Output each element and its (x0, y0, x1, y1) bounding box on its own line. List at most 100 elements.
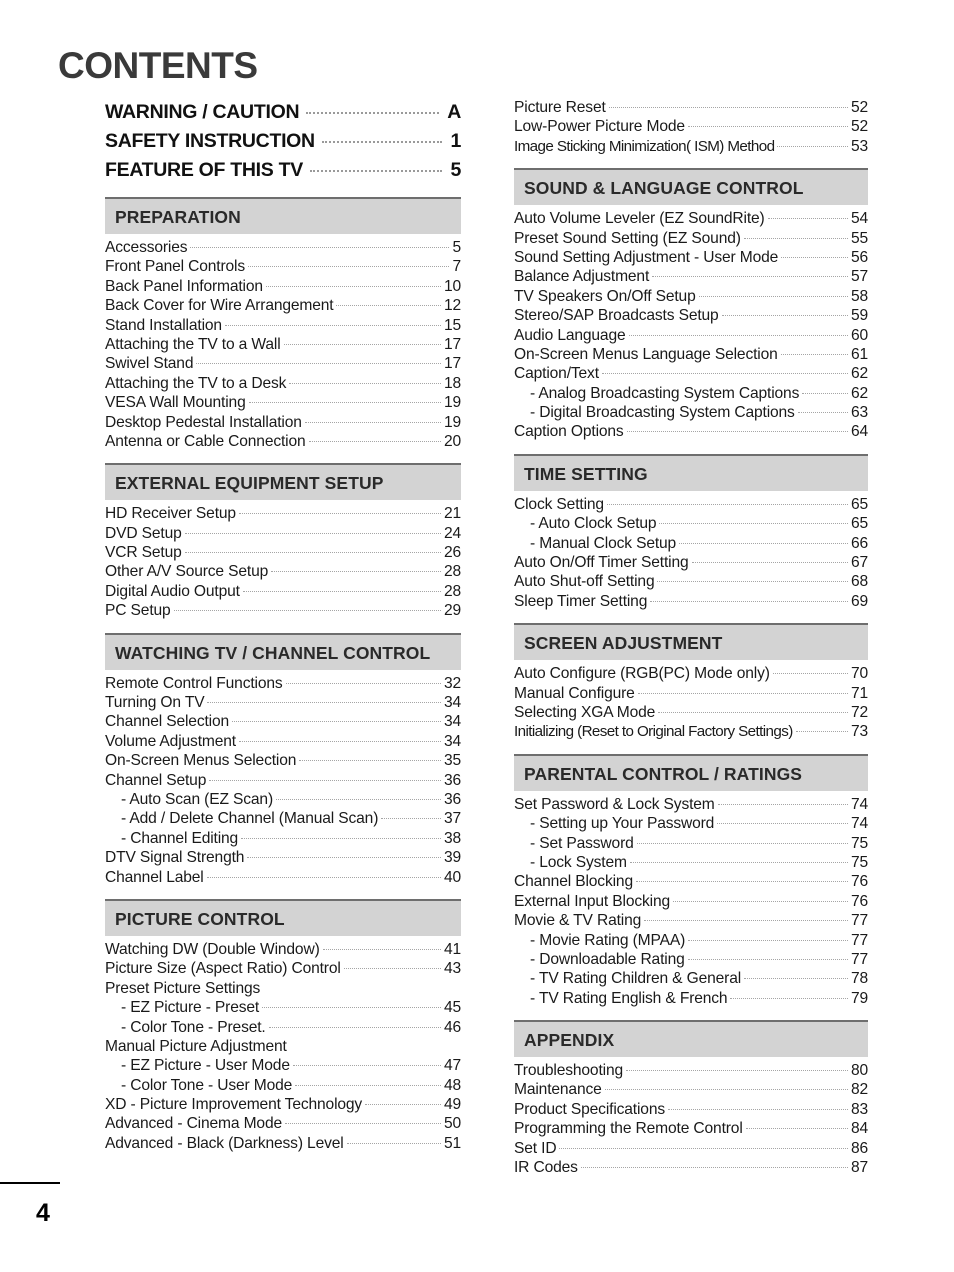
toc-entry-label: Volume Adjustment (105, 732, 236, 750)
toc-entry[interactable]: Attaching the TV to a Desk 18 (105, 374, 461, 393)
toc-entry[interactable]: Programming the Remote Control 84 (514, 1119, 868, 1138)
toc-entry[interactable]: DVD Setup 24 (105, 524, 461, 543)
toc-entry[interactable]: - Color Tone - Preset. 46 (105, 1018, 461, 1037)
toc-entry[interactable]: Watching DW (Double Window) 41 (105, 940, 461, 959)
toc-entry[interactable]: Clock Setting 65 (514, 495, 868, 514)
toc-entry[interactable]: - Color Tone - User Mode 48 (105, 1076, 461, 1095)
toc-entry[interactable]: Volume Adjustment 34 (105, 732, 461, 751)
toc-entry[interactable]: Audio Language 60 (514, 326, 868, 345)
toc-entry[interactable]: Other A/V Source Setup 28 (105, 562, 461, 581)
dot-leader (241, 837, 441, 839)
toc-entry-label: - TV Rating English & French (530, 989, 728, 1007)
toc-entry[interactable]: - Auto Scan (EZ Scan) 36 (105, 790, 461, 809)
toc-entry[interactable]: Channel Blocking 76 (514, 872, 868, 891)
toc-entry[interactable]: PC Setup 29 (105, 601, 461, 620)
toc-entry-label: Remote Control Functions (105, 674, 283, 692)
toc-entry[interactable]: Stand Installation 15 (105, 316, 461, 335)
toc-entry[interactable]: Advanced - Black (Darkness) Level 51 (105, 1134, 461, 1153)
toc-entry[interactable]: - EZ Picture - Preset 45 (105, 998, 461, 1017)
toc-entry[interactable]: Auto Volume Leveler (EZ SoundRite) 54 (514, 209, 868, 228)
toc-entry[interactable]: Caption/Text 62 (514, 364, 868, 383)
toc-entry[interactable]: On-Screen Menus Language Selection 61 (514, 345, 868, 364)
toc-entry[interactable]: - TV Rating English & French 79 (514, 989, 868, 1008)
toc-entry[interactable]: - Auto Clock Setup 65 (514, 514, 868, 533)
toc-entry-label: Preset Picture Settings (105, 979, 261, 997)
toc-entry[interactable]: Sleep Timer Setting 69 (514, 592, 868, 611)
toc-entry-label: Channel Selection (105, 713, 230, 731)
toc-entry[interactable]: VCR Setup 26 (105, 543, 461, 562)
toc-entry-label: - Add / Delete Channel (Manual Scan) (121, 810, 379, 828)
toc-entry-page-number: 28 (443, 582, 461, 600)
toc-entry[interactable]: Stereo/SAP Broadcasts Setup 59 (514, 306, 868, 325)
toc-entry-label: - Digital Broadcasting System Captions (530, 404, 795, 422)
toc-entry[interactable]: Movie & TV Rating 77 (514, 911, 868, 930)
toc-entry[interactable]: Auto On/Off Timer Setting 67 (514, 553, 868, 572)
toc-major-entry[interactable]: SAFETY INSTRUCTION 1 (105, 127, 461, 156)
toc-entry[interactable]: Initializing (Reset to Original Factory … (514, 722, 868, 741)
toc-entry[interactable]: Sound Setting Adjustment - User Mode 56 (514, 248, 868, 267)
dot-leader (652, 276, 848, 278)
toc-entry[interactable]: Image Sticking Minimization( ISM) Method… (514, 137, 868, 156)
toc-entry[interactable]: Antenna or Cable Connection 20 (105, 432, 461, 451)
toc-entry[interactable]: - Digital Broadcasting System Captions 63 (514, 403, 868, 422)
toc-entry[interactable]: - Setting up Your Password 74 (514, 814, 868, 833)
toc-entry[interactable]: Front Panel Controls 7 (105, 257, 461, 276)
toc-entry[interactable]: - TV Rating Children & General 78 (514, 969, 868, 988)
dot-leader (306, 112, 440, 114)
toc-entry[interactable]: Remote Control Functions 32 (105, 674, 461, 693)
toc-entry[interactable]: Selecting XGA Mode 72 (514, 703, 868, 722)
toc-entry[interactable]: Accessories 5 (105, 238, 461, 257)
toc-left-column: WARNING / CAUTION A SAFETY INSTRUCTION 1 FEA… (105, 98, 461, 1153)
toc-entry[interactable]: Channel Selection 34 (105, 712, 461, 731)
toc-entry[interactable]: Picture Reset 52 (514, 98, 868, 117)
toc-entry[interactable]: - Channel Editing 38 (105, 829, 461, 848)
toc-entry[interactable]: Channel Setup 36 (105, 771, 461, 790)
toc-entry[interactable]: Back Cover for Wire Arrangement 12 (105, 296, 461, 315)
toc-entry[interactable]: Channel Label 40 (105, 868, 461, 887)
toc-entry[interactable]: On-Screen Menus Selection 35 (105, 751, 461, 770)
toc-entry[interactable]: HD Receiver Setup 21 (105, 504, 461, 523)
toc-entry[interactable]: Swivel Stand 17 (105, 354, 461, 373)
toc-entry[interactable]: TV Speakers On/Off Setup 58 (514, 287, 868, 306)
toc-entry[interactable]: Manual Picture Adjustment (105, 1037, 461, 1056)
toc-entry[interactable]: Back Panel Information 10 (105, 277, 461, 296)
toc-entry[interactable]: Preset Picture Settings (105, 979, 461, 998)
toc-entry[interactable]: - Movie Rating (MPAA) 77 (514, 931, 868, 950)
toc-entry[interactable]: Auto Shut-off Setting 68 (514, 572, 868, 591)
toc-entry[interactable]: - Set Password 75 (514, 834, 868, 853)
toc-entry[interactable]: Maintenance 82 (514, 1080, 868, 1099)
toc-entry[interactable]: Picture Size (Aspect Ratio) Control 43 (105, 959, 461, 978)
toc-entry[interactable]: Auto Configure (RGB(PC) Mode only) 70 (514, 664, 868, 683)
dot-leader (659, 523, 848, 525)
toc-entry[interactable]: Digital Audio Output 28 (105, 582, 461, 601)
toc-major-entry[interactable]: FEATURE OF THIS TV 5 (105, 156, 461, 185)
toc-entry[interactable]: VESA Wall Mounting 19 (105, 393, 461, 412)
toc-entry[interactable]: Desktop Pedestal Installation 19 (105, 413, 461, 432)
toc-entry[interactable]: - Analog Broadcasting System Captions 62 (514, 384, 868, 403)
toc-entry[interactable]: - Add / Delete Channel (Manual Scan) 37 (105, 809, 461, 828)
toc-entry[interactable]: - EZ Picture - User Mode 47 (105, 1056, 461, 1075)
toc-entry[interactable]: - Manual Clock Setup 66 (514, 534, 868, 553)
toc-entry[interactable]: Set ID 86 (514, 1139, 868, 1158)
toc-entry-label: Clock Setting (514, 495, 604, 513)
toc-entry[interactable]: External Input Blocking 76 (514, 892, 868, 911)
toc-entry[interactable]: XD - Picture Improvement Technology 49 (105, 1095, 461, 1114)
toc-entry[interactable]: Preset Sound Setting (EZ Sound) 55 (514, 229, 868, 248)
toc-entry[interactable]: - Lock System 75 (514, 853, 868, 872)
toc-entry-page-number: 26 (443, 544, 461, 562)
toc-entry[interactable]: Caption Options 64 (514, 422, 868, 441)
toc-major-entry[interactable]: WARNING / CAUTION A (105, 98, 461, 127)
toc-entry[interactable]: Troubleshooting 80 (514, 1061, 868, 1080)
toc-entry[interactable]: DTV Signal Strength 39 (105, 848, 461, 867)
toc-entry[interactable]: Low-Power Picture Mode 52 (514, 117, 868, 136)
toc-entry[interactable]: - Downloadable Rating 77 (514, 950, 868, 969)
toc-entry[interactable]: Balance Adjustment 57 (514, 267, 868, 286)
toc-entry[interactable]: Product Specifications 83 (514, 1100, 868, 1119)
toc-entry[interactable]: Advanced - Cinema Mode 50 (105, 1114, 461, 1133)
toc-entry[interactable]: Attaching the TV to a Wall 17 (105, 335, 461, 354)
toc-entry[interactable]: Manual Configure 71 (514, 684, 868, 703)
toc-entry[interactable]: Turning On TV 34 (105, 693, 461, 712)
toc-entry-label: Balance Adjustment (514, 268, 650, 286)
toc-entry[interactable]: Set Password & Lock System 74 (514, 795, 868, 814)
toc-entry[interactable]: IR Codes 87 (514, 1158, 868, 1177)
